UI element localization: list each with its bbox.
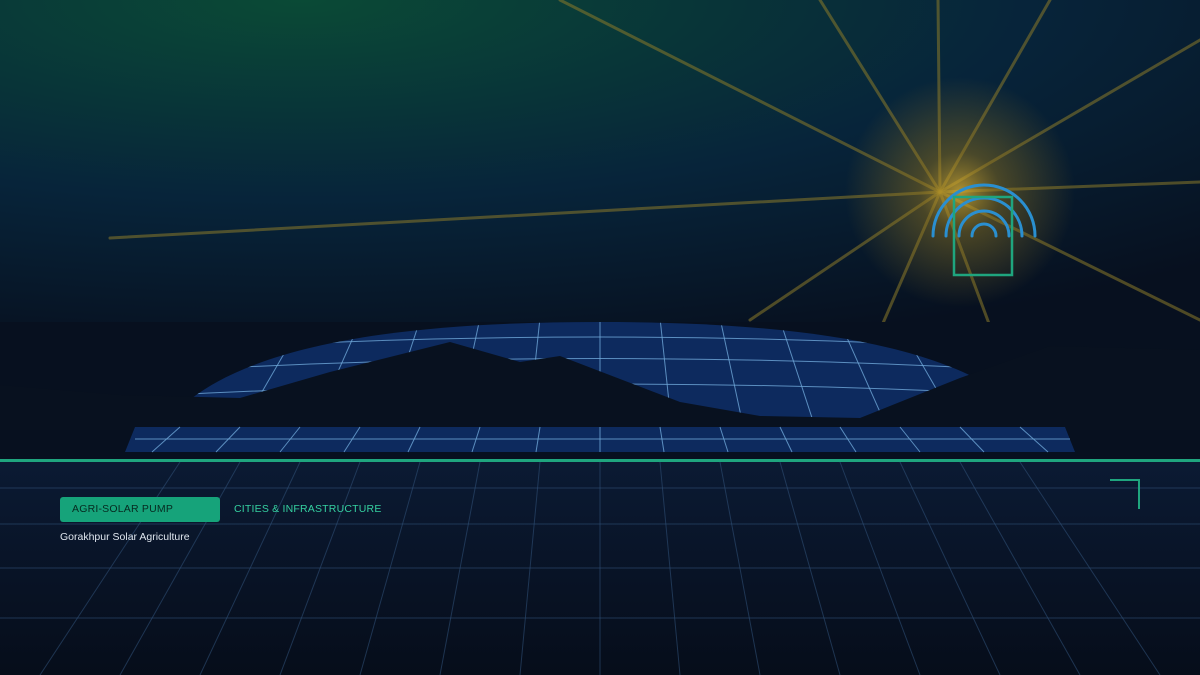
solar-landscape-illustration: [0, 0, 1200, 675]
solar-panel-row: [125, 426, 1075, 453]
project-caption: Gorakhpur Solar Agriculture: [60, 531, 190, 543]
tab-cities-infrastructure[interactable]: CITIES & INFRASTRUCTURE: [234, 497, 382, 522]
section-divider: [0, 459, 1200, 462]
corner-bracket-icon: [1110, 479, 1140, 509]
category-tabs: AGRI-SOLAR PUMP CITIES & INFRASTRUCTURE: [60, 497, 382, 522]
tab-agri-solar-pump[interactable]: AGRI-SOLAR PUMP: [60, 497, 220, 522]
